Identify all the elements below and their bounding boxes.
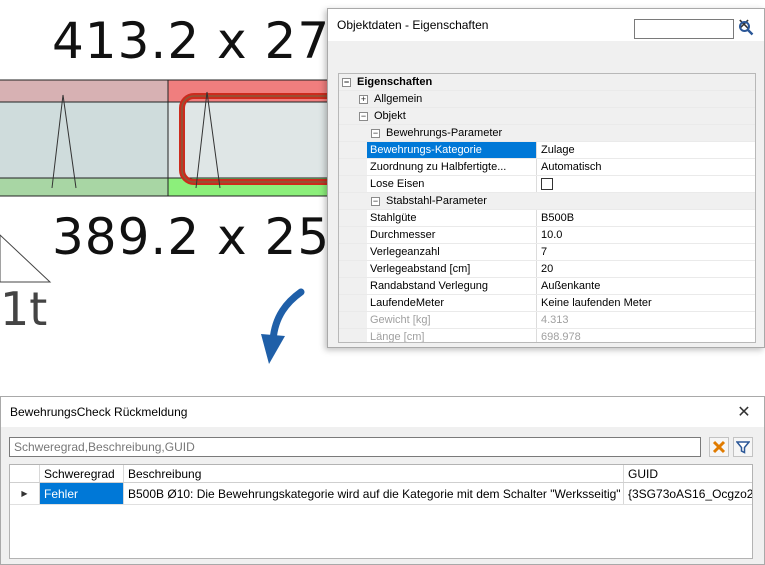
property-row-verlegeabstand[interactable]: Verlegeabstand [cm] 20 <box>339 261 755 278</box>
property-name: Stahlgüte <box>367 210 537 226</box>
row-indent <box>339 261 367 277</box>
property-row-stahlguete[interactable]: Stahlgüte B500B <box>339 210 755 227</box>
property-name: Bewehrungs-Kategorie <box>367 142 537 158</box>
cell-guid[interactable]: {3SG73oAS16_Ocgzo2... <box>624 483 752 504</box>
row-indent <box>339 312 367 328</box>
row-indent <box>339 295 367 311</box>
row-indent <box>339 159 367 175</box>
row-indent <box>339 227 367 243</box>
lose-eisen-checkbox[interactable] <box>541 178 553 190</box>
category-bewehrungs-parameter[interactable]: − Bewehrungs-Parameter <box>339 125 755 142</box>
row-indent <box>339 142 367 158</box>
clear-icon <box>712 440 726 454</box>
property-value[interactable]: Außenkante <box>537 278 755 294</box>
collapse-icon[interactable]: − <box>359 111 368 121</box>
property-value[interactable]: 10.0 <box>537 227 755 243</box>
filter-button[interactable] <box>733 437 753 457</box>
feedback-titlebar: BewehrungsCheck Rückmeldung ✕ <box>1 397 764 427</box>
feedback-window-title: BewehrungsCheck Rückmeldung <box>10 405 188 419</box>
row-indent <box>339 329 367 342</box>
row-indent <box>339 278 367 294</box>
expand-icon[interactable]: + <box>359 94 368 104</box>
feedback-table-header: Schweregrad Beschreibung GUID <box>10 465 752 483</box>
property-value[interactable]: Automatisch <box>537 159 755 175</box>
feedback-window: BewehrungsCheck Rückmeldung ✕ Schweregra… <box>0 396 765 565</box>
category-label: Objekt <box>374 110 406 122</box>
header-marker <box>10 465 40 482</box>
category-allgemein[interactable]: + Allgemein <box>339 91 755 108</box>
property-row-lose-eisen[interactable]: Lose Eisen <box>339 176 755 193</box>
property-value[interactable]: Zulage <box>537 142 755 158</box>
property-name: Lose Eisen <box>367 176 537 192</box>
cell-beschreibung[interactable]: B500B Ø10: Die Bewehrungskategorie wird … <box>124 483 624 504</box>
header-guid[interactable]: GUID <box>624 465 752 482</box>
property-name: Verlegeabstand [cm] <box>367 261 537 277</box>
dimension-label-top: 413.2 x 27 <box>52 12 330 70</box>
property-row-laufendemeter[interactable]: LaufendeMeter Keine laufenden Meter <box>339 295 755 312</box>
property-row-verlegeanzahl[interactable]: Verlegeanzahl 7 <box>339 244 755 261</box>
properties-search-input[interactable] <box>634 19 734 39</box>
property-value[interactable]: 20 <box>537 261 755 277</box>
feedback-close-button[interactable]: ✕ <box>724 396 764 428</box>
property-name: Verlegeanzahl <box>367 244 537 260</box>
collapse-icon[interactable]: − <box>342 77 351 87</box>
clear-filter-button[interactable] <box>709 437 729 457</box>
row-marker-icon: ▶ <box>10 483 40 504</box>
category-objekt[interactable]: − Objekt <box>339 108 755 125</box>
property-row-gewicht: Gewicht [kg] 4.313 <box>339 312 755 329</box>
property-row-randabstand[interactable]: Randabstand Verlegung Außenkante <box>339 278 755 295</box>
property-name: Randabstand Verlegung <box>367 278 537 294</box>
property-value: 698.978 <box>541 331 581 343</box>
row-indent <box>339 176 367 192</box>
collapse-icon[interactable]: − <box>371 196 380 206</box>
property-value: 4.313 <box>541 314 569 326</box>
property-name: Länge [cm] <box>367 329 537 342</box>
property-row-laenge: Länge [cm] 698.978 <box>339 329 755 343</box>
row-indent <box>339 244 367 260</box>
header-schweregrad[interactable]: Schweregrad <box>40 465 124 482</box>
collapse-icon[interactable]: − <box>371 128 380 138</box>
property-value[interactable]: B500B <box>537 210 755 226</box>
category-label: Stabstahl-Parameter <box>386 195 487 207</box>
feedback-table: Schweregrad Beschreibung GUID ▶ Fehler B… <box>9 464 753 559</box>
properties-window-title: Objektdaten - Eigenschaften <box>337 18 489 32</box>
property-name: Zuordnung zu Halbfertigte... <box>367 159 537 175</box>
property-row-bewehrungs-kategorie[interactable]: Bewehrungs-Kategorie Zulage <box>339 142 755 159</box>
property-value[interactable]: 7 <box>537 244 755 260</box>
cell-schweregrad[interactable]: Fehler <box>40 483 124 504</box>
curved-arrow-icon <box>261 288 305 364</box>
properties-window: Objektdaten - Eigenschaften ✕ − Eigensch… <box>327 8 765 348</box>
search-icon[interactable] <box>738 20 754 36</box>
property-value[interactable]: Keine laufenden Meter <box>537 295 755 311</box>
property-value <box>537 176 755 192</box>
property-grid: − Eigenschaften + Allgemein − Objekt − B… <box>338 73 756 343</box>
filter-icon <box>736 441 750 454</box>
category-eigenschaften[interactable]: − Eigenschaften <box>339 74 755 91</box>
category-label: Bewehrungs-Parameter <box>386 127 503 139</box>
property-row-zuordnung[interactable]: Zuordnung zu Halbfertigte... Automatisch <box>339 159 755 176</box>
property-row-durchmesser[interactable]: Durchmesser 10.0 <box>339 227 755 244</box>
dimension-label-bottom: 389.2 x 25 <box>52 208 330 266</box>
header-beschreibung[interactable]: Beschreibung <box>124 465 624 482</box>
property-name: Durchmesser <box>367 227 537 243</box>
category-stabstahl-parameter[interactable]: − Stabstahl-Parameter <box>339 193 755 210</box>
category-label: Eigenschaften <box>357 76 433 88</box>
table-row[interactable]: ▶ Fehler B500B Ø10: Die Bewehrungskatego… <box>10 483 752 505</box>
cad-fragment-label: 1t <box>0 282 48 336</box>
property-name: LaufendeMeter <box>367 295 537 311</box>
property-name: Gewicht [kg] <box>367 312 537 328</box>
category-label: Allgemein <box>374 93 423 105</box>
row-indent <box>339 210 367 226</box>
feedback-filter-input[interactable]: Schweregrad,Beschreibung,GUID <box>9 437 701 457</box>
